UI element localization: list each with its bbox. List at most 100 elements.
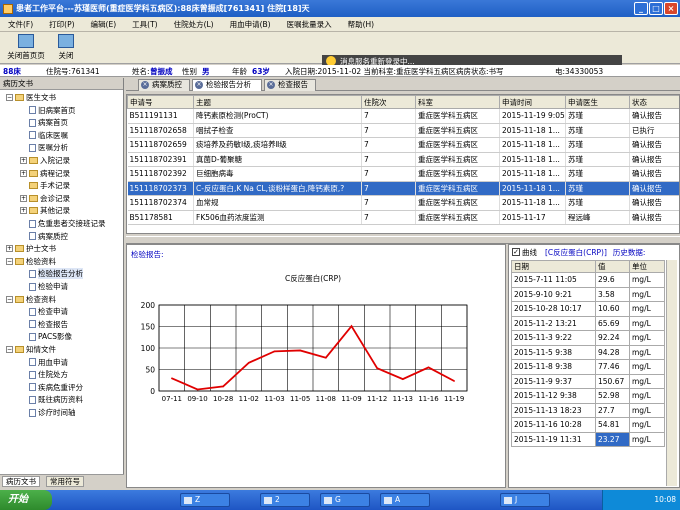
taskbar-item[interactable]: G xyxy=(320,493,370,507)
tree-item[interactable]: 医嘱分析 xyxy=(20,143,68,152)
taskbar-item[interactable]: 2 xyxy=(260,493,310,507)
tree-item[interactable]: 疾病危重评分 xyxy=(20,383,83,392)
column-header[interactable]: 状态 xyxy=(629,95,679,109)
column-header[interactable]: 住院次 xyxy=(361,95,416,109)
menu-batch-orders[interactable]: 医嘱批量录入 xyxy=(279,19,340,30)
table-row[interactable]: 2015-11-9 9:37 150.67 mg/L xyxy=(511,373,665,389)
table-row[interactable]: B511191131 降钙素原检测(ProCT) 7 重症医学科五病区 2015-11-… xyxy=(127,108,679,124)
table-cell: 7 xyxy=(361,137,416,153)
table-row[interactable]: 2015-11-13 18:23 27.7 mg/L xyxy=(511,402,665,418)
table-row[interactable]: 2015-11-16 10:28 54.81 mg/L xyxy=(511,417,665,433)
menu-prescription[interactable]: 住院处方(L) xyxy=(166,19,222,30)
tab-lab-analysis[interactable]: × 检验报告分析 xyxy=(192,79,262,91)
column-header[interactable]: 申请号 xyxy=(127,95,194,109)
tree-item[interactable]: 手术记录 xyxy=(20,181,70,190)
tree-item[interactable]: 用血申请 xyxy=(20,358,68,367)
tree-item[interactable]: + 会诊记录 xyxy=(20,194,70,203)
tree-item-label: 医嘱分析 xyxy=(38,143,68,153)
tree-item[interactable]: + 护士文书 xyxy=(6,244,56,253)
tab-exam-report[interactable]: × 检查报告 xyxy=(264,79,316,91)
table-row[interactable]: 2015-9-10 9:21 3.58 mg/L xyxy=(511,286,665,302)
column-header[interactable]: 申请医生 xyxy=(565,95,630,109)
table-row[interactable]: 2015-10-28 10:17 10.60 mg/L xyxy=(511,301,665,317)
close-tab-icon[interactable]: × xyxy=(267,81,275,89)
tree-item[interactable]: 病案质控 xyxy=(20,232,68,241)
table-row[interactable]: 151118702373 C-反应蛋白,K Na CL,谈粉样蛋白,降钙素原,? 7… xyxy=(127,181,679,196)
maximize-button[interactable]: □ xyxy=(649,2,663,15)
curve-checkbox[interactable]: ✓ xyxy=(512,248,520,256)
table-row[interactable]: 2015-7-11 11:05 29.6 mg/L xyxy=(511,272,665,288)
expand-toggle-icon[interactable]: + xyxy=(20,157,27,164)
menu-tools[interactable]: 工具(T) xyxy=(124,19,165,30)
tree-item[interactable]: PACS影像 xyxy=(20,332,72,341)
table-row[interactable]: 151118702659 痰培养及药敏Ⅰ级,痰培养Ⅱ级 7 重症医学科五病区 2015-… xyxy=(127,137,679,153)
expand-toggle-icon[interactable]: − xyxy=(6,94,13,101)
tree-item[interactable]: − 检查资料 xyxy=(6,295,56,304)
column-header[interactable]: 主题 xyxy=(193,95,362,109)
close-tab-icon[interactable]: × xyxy=(141,81,149,89)
tree-item[interactable]: 检验报告分析 xyxy=(20,268,83,280)
close-home-button[interactable]: 关闭首页页 xyxy=(4,34,48,62)
splitter[interactable] xyxy=(126,236,680,244)
table-row[interactable]: 2015-11-3 9:22 92.24 mg/L xyxy=(511,330,665,346)
tree-item[interactable]: 病案首页 xyxy=(20,118,68,127)
tree-item[interactable]: − 医生文书 xyxy=(6,93,56,102)
tree-item[interactable]: − 检验资料 xyxy=(6,257,56,266)
tree-item[interactable]: 临床医嘱 xyxy=(20,131,68,140)
table-cell: 2015-11-18 1... xyxy=(499,137,566,153)
column-header[interactable]: 科室 xyxy=(415,95,500,109)
tree-item[interactable]: 诊疗时间轴 xyxy=(20,408,76,417)
table-row[interactable]: 151118702391 真菌D-葡聚糖 7 重症医学科五病区 2015-11-18 1… xyxy=(127,152,679,167)
expand-toggle-icon[interactable]: + xyxy=(6,245,13,253)
expand-toggle-icon[interactable]: + xyxy=(20,194,27,202)
tree-item[interactable]: − 知情文件 xyxy=(6,345,56,354)
table-row[interactable]: 2015-11-12 9:38 52.98 mg/L xyxy=(511,388,665,404)
tree-item[interactable]: 危重患者交接班记录 xyxy=(20,219,106,228)
expand-toggle-icon[interactable]: − xyxy=(6,257,13,265)
close-button[interactable]: 关闭 xyxy=(44,34,88,62)
table-row[interactable]: 2015-11-19 11:31 23.27 mg/L xyxy=(511,431,665,447)
tab-symbols[interactable]: 常用符号 xyxy=(46,476,84,487)
table-row[interactable]: 151118702392 巨细胞病毒 7 重症医学科五病区 2015-11-18 1..… xyxy=(127,166,679,182)
taskbar-item[interactable]: J xyxy=(500,493,550,507)
expand-toggle-icon[interactable]: + xyxy=(20,207,27,215)
minimize-button[interactable]: _ xyxy=(634,2,648,15)
menu-blood-request[interactable]: 用血申请(B) xyxy=(222,19,279,30)
tree-item[interactable]: 检验申请 xyxy=(20,282,68,291)
tab-quality-control[interactable]: × 病案质控 xyxy=(138,79,190,91)
table-row[interactable]: B51178581 FK506血药浓度监测 7 重症医学科五病区 2015-11-17 程… xyxy=(127,210,679,225)
tree-item[interactable]: 住院处方 xyxy=(20,370,68,379)
menu-file[interactable]: 文件(F) xyxy=(0,19,41,30)
taskbar-item[interactable]: A xyxy=(380,493,430,507)
menu-help[interactable]: 帮助(H) xyxy=(340,19,383,30)
tab-medical-docs[interactable]: 病历文书 xyxy=(2,476,40,487)
tree-item[interactable]: 检查报告 xyxy=(20,320,68,329)
table-cell: 程远峰 xyxy=(565,210,630,225)
tree-item[interactable]: 旧病案首页 xyxy=(20,106,76,115)
expand-toggle-icon[interactable]: + xyxy=(20,169,27,177)
tree-item[interactable]: + 病程记录 xyxy=(20,169,70,178)
taskbar-item[interactable]: Z xyxy=(180,493,230,507)
tree-item[interactable]: 既往病历资料 xyxy=(20,395,83,404)
table-row[interactable]: 2015-11-8 9:38 77.46 mg/L xyxy=(511,359,665,375)
expand-toggle-icon[interactable]: − xyxy=(6,346,13,353)
start-button[interactable]: 开始 xyxy=(0,490,52,510)
tree-item[interactable]: + 其他记录 xyxy=(20,206,70,215)
table-cell: mg/L xyxy=(629,359,665,375)
table-cell: 7 xyxy=(361,152,416,167)
table-cell: mg/L xyxy=(629,431,665,447)
history-scrollbar[interactable] xyxy=(666,260,677,486)
tree-item[interactable]: 检查申请 xyxy=(20,307,68,316)
menu-print[interactable]: 打印(P) xyxy=(41,19,82,30)
menu-edit[interactable]: 编辑(E) xyxy=(83,19,125,30)
column-header[interactable]: 申请时间 xyxy=(499,95,566,109)
expand-toggle-icon[interactable]: − xyxy=(6,295,13,303)
table-row[interactable]: 2015-11-5 9:38 94.28 mg/L xyxy=(511,344,665,360)
table-row[interactable]: 2015-11-2 13:21 65.69 mg/L xyxy=(511,315,665,331)
close-window-button[interactable]: × xyxy=(664,2,678,15)
exit-icon xyxy=(58,34,74,48)
table-row[interactable]: 151118702658 咽拭子检查 7 重症医学科五病区 2015-11-18 1..… xyxy=(127,123,679,138)
table-row[interactable]: 151118702374 血常规 7 重症医学科五病区 2015-11-18 1... 苏… xyxy=(127,195,679,211)
close-tab-icon[interactable]: × xyxy=(195,81,203,89)
tree-item[interactable]: + 入院记录 xyxy=(20,156,70,165)
